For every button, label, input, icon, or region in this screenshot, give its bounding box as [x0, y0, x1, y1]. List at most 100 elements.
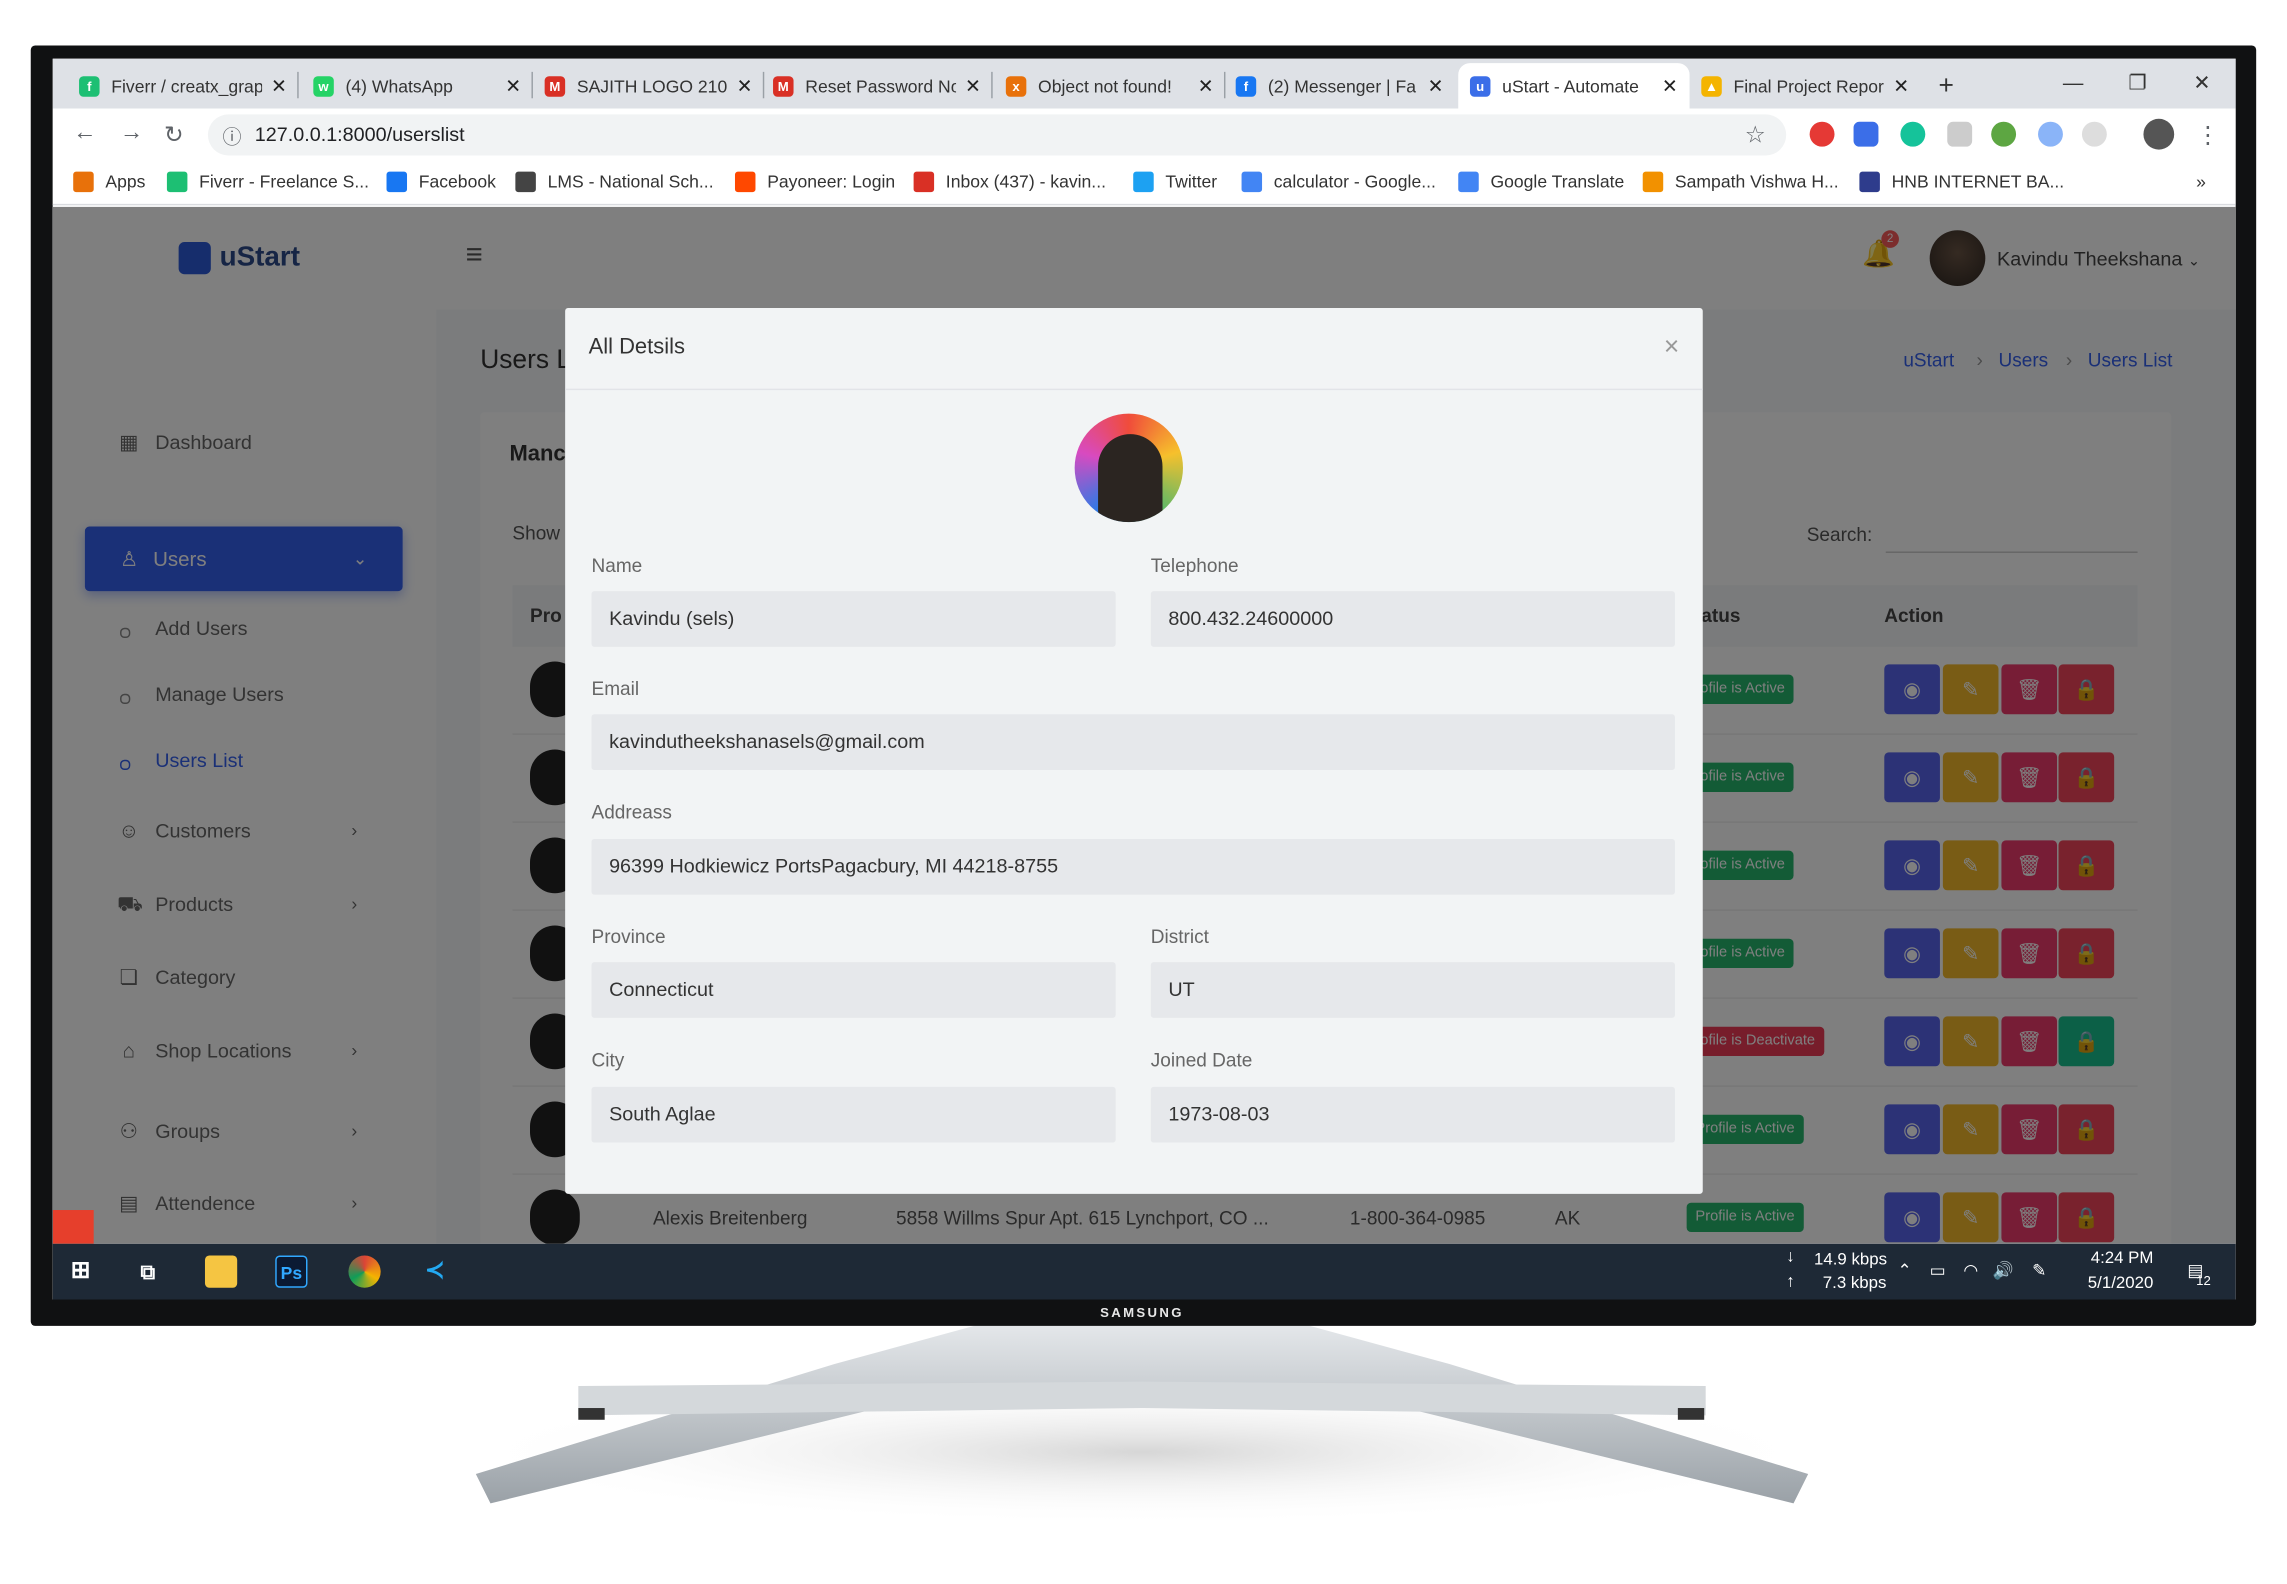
bookmark-5[interactable]: Payoneer: Login: [734, 171, 896, 193]
info-icon[interactable]: ⓘ: [223, 122, 242, 150]
extension-icon[interactable]: [1853, 121, 1879, 147]
photoshop-icon[interactable]: Ps: [275, 1255, 308, 1288]
bookmark-label: calculator - Google...: [1273, 171, 1436, 193]
tab-title: Final Project Repor: [1733, 75, 1884, 97]
bookmark-10[interactable]: Sampath Vishwa H...: [1642, 171, 1839, 193]
vscode-icon[interactable]: ≺: [419, 1255, 451, 1287]
wifi-icon[interactable]: ◠: [1963, 1260, 1978, 1281]
profile-photo: [1074, 413, 1183, 523]
address-bar[interactable]: ⓘ 127.0.0.1:8000/userslist ☆: [207, 114, 1787, 156]
tab-6[interactable]: f (2) Messenger | Fa ✕: [1224, 63, 1455, 108]
download-arrow-icon: ↓: [1786, 1248, 1795, 1266]
maximize-button[interactable]: ❐: [2105, 62, 2169, 103]
corner-app-icon[interactable]: [52, 1210, 94, 1244]
volume-icon[interactable]: 🔊: [1993, 1260, 2014, 1281]
tab-favicon-icon: M: [773, 75, 794, 97]
clock-date[interactable]: 5/1/2020: [2088, 1275, 2154, 1293]
back-icon[interactable]: ←: [73, 120, 96, 146]
tab-3[interactable]: M SAJITH LOGO 210 ✕: [533, 63, 764, 108]
email-label: Email: [591, 677, 640, 700]
photo-stage: SAMSUNG f Fiverr / creatx_grap ✕ w (4) Whats…: [0, 0, 2287, 1584]
district-label: District: [1150, 925, 1209, 948]
tab-2[interactable]: w (4) WhatsApp ✕: [302, 63, 533, 108]
tab-close-icon[interactable]: ✕: [1428, 74, 1444, 97]
task-view-icon[interactable]: ⧉: [132, 1255, 164, 1287]
file-explorer-icon[interactable]: [204, 1255, 238, 1288]
tab-4[interactable]: M Reset Password No ✕: [761, 63, 992, 108]
new-tab-button[interactable]: +: [1927, 63, 1971, 108]
tab-close-icon[interactable]: ✕: [505, 74, 521, 97]
bookmark-label: Sampath Vishwa H...: [1674, 171, 1839, 193]
tab-favicon-icon: w: [313, 75, 334, 97]
bookmark-7[interactable]: Twitter: [1133, 171, 1218, 193]
tab-7[interactable]: u uStart - Automate ✕: [1458, 63, 1690, 109]
bookmark-3[interactable]: Facebook: [386, 171, 496, 193]
name-label: Name: [591, 554, 643, 577]
chevron-up-icon[interactable]: ⌃: [1897, 1260, 1911, 1281]
profile-avatar-icon[interactable]: [2143, 118, 2175, 150]
tab-1[interactable]: f Fiverr / creatx_grap ✕: [67, 63, 298, 108]
chrome-icon[interactable]: [348, 1255, 381, 1288]
tab-close-icon[interactable]: ✕: [271, 74, 287, 97]
extension-icon[interactable]: [2038, 121, 2063, 147]
extension-icon[interactable]: [2081, 121, 2107, 147]
upload-speed: 7.3 kbps: [1822, 1274, 1887, 1293]
bookmark-label: Apps: [105, 171, 146, 193]
bookmark-favicon-icon: [734, 171, 756, 193]
url-text: 127.0.0.1:8000/userslist: [254, 123, 465, 146]
more-bookmarks[interactable]: »: [2196, 172, 2206, 193]
bookmark-4[interactable]: LMS - National Sch...: [515, 171, 714, 193]
tab-title: (2) Messenger | Fa: [1267, 75, 1417, 97]
tab-title: Fiverr / creatx_grap: [111, 75, 263, 97]
download-speed: 14.9 kbps: [1814, 1251, 1888, 1269]
bookmark-2[interactable]: Fiverr - Freelance S...: [166, 171, 369, 193]
modal-title: All Detsils: [588, 334, 685, 360]
tab-close-icon[interactable]: ✕: [1662, 74, 1678, 97]
notification-count: 12: [2196, 1273, 2211, 1288]
adblock-icon[interactable]: [1809, 121, 1835, 147]
extension-icon[interactable]: [1991, 121, 2017, 147]
minimize-button[interactable]: —: [2041, 62, 2105, 103]
bookmark-9[interactable]: Google Translate: [1458, 171, 1625, 193]
bookmark-favicon-icon: [1458, 171, 1479, 193]
tab-favicon-icon: u: [1469, 75, 1491, 97]
battery-icon[interactable]: ▭: [1930, 1260, 1946, 1281]
menu-icon[interactable]: ⋮: [2196, 120, 2219, 149]
bookmark-6[interactable]: Inbox (437) - kavin...: [913, 171, 1106, 193]
windows-start-icon[interactable]: ⊞: [64, 1255, 96, 1287]
city-label: City: [591, 1048, 625, 1071]
province-label: Province: [591, 925, 666, 948]
tab-8[interactable]: ▲ Final Project Repor ✕: [1690, 63, 1921, 108]
province-field: Connecticut: [591, 962, 1116, 1018]
tab-close-icon[interactable]: ✕: [737, 74, 753, 97]
star-icon[interactable]: ☆: [1745, 120, 1766, 149]
tab-5[interactable]: x Object not found! ✕: [994, 63, 1225, 108]
bookmark-11[interactable]: HNB INTERNET BA...: [1859, 171, 2065, 193]
tab-close-icon[interactable]: ✕: [1893, 74, 1909, 97]
reload-icon[interactable]: ↻: [164, 120, 184, 149]
bookmark-8[interactable]: calculator - Google...: [1241, 171, 1436, 193]
clock-time[interactable]: 4:24 PM: [2091, 1250, 2154, 1268]
grammarly-icon[interactable]: [1900, 121, 1926, 147]
close-icon[interactable]: ×: [1664, 331, 1679, 362]
bookmark-label: Payoneer: Login: [767, 171, 896, 193]
tab-title: uStart - Automate: [1502, 75, 1639, 97]
extension-icon[interactable]: [1947, 121, 1973, 147]
bookmark-1[interactable]: Apps: [73, 171, 146, 193]
tab-close-icon[interactable]: ✕: [1198, 74, 1214, 97]
forward-icon[interactable]: →: [120, 120, 143, 146]
close-window-button[interactable]: ✕: [2170, 62, 2234, 103]
bookmarks-bar: Apps Fiverr - Freelance S... Facebook LMS -…: [52, 159, 2236, 206]
telephone-label: Telephone: [1150, 554, 1239, 577]
bookmark-label: Google Translate: [1490, 171, 1625, 193]
pen-icon[interactable]: ✎: [2032, 1260, 2046, 1281]
upload-arrow-icon: ↑: [1786, 1273, 1795, 1291]
bookmark-label: Twitter: [1165, 171, 1218, 193]
tab-favicon-icon: x: [1005, 75, 1027, 97]
bookmark-favicon-icon: [1642, 171, 1664, 193]
tab-close-icon[interactable]: ✕: [965, 74, 981, 97]
district-field: UT: [1150, 962, 1675, 1018]
bookmark-favicon-icon: [73, 171, 94, 193]
bookmark-favicon-icon: [1241, 171, 1263, 193]
bookmark-label: HNB INTERNET BA...: [1891, 171, 2065, 193]
